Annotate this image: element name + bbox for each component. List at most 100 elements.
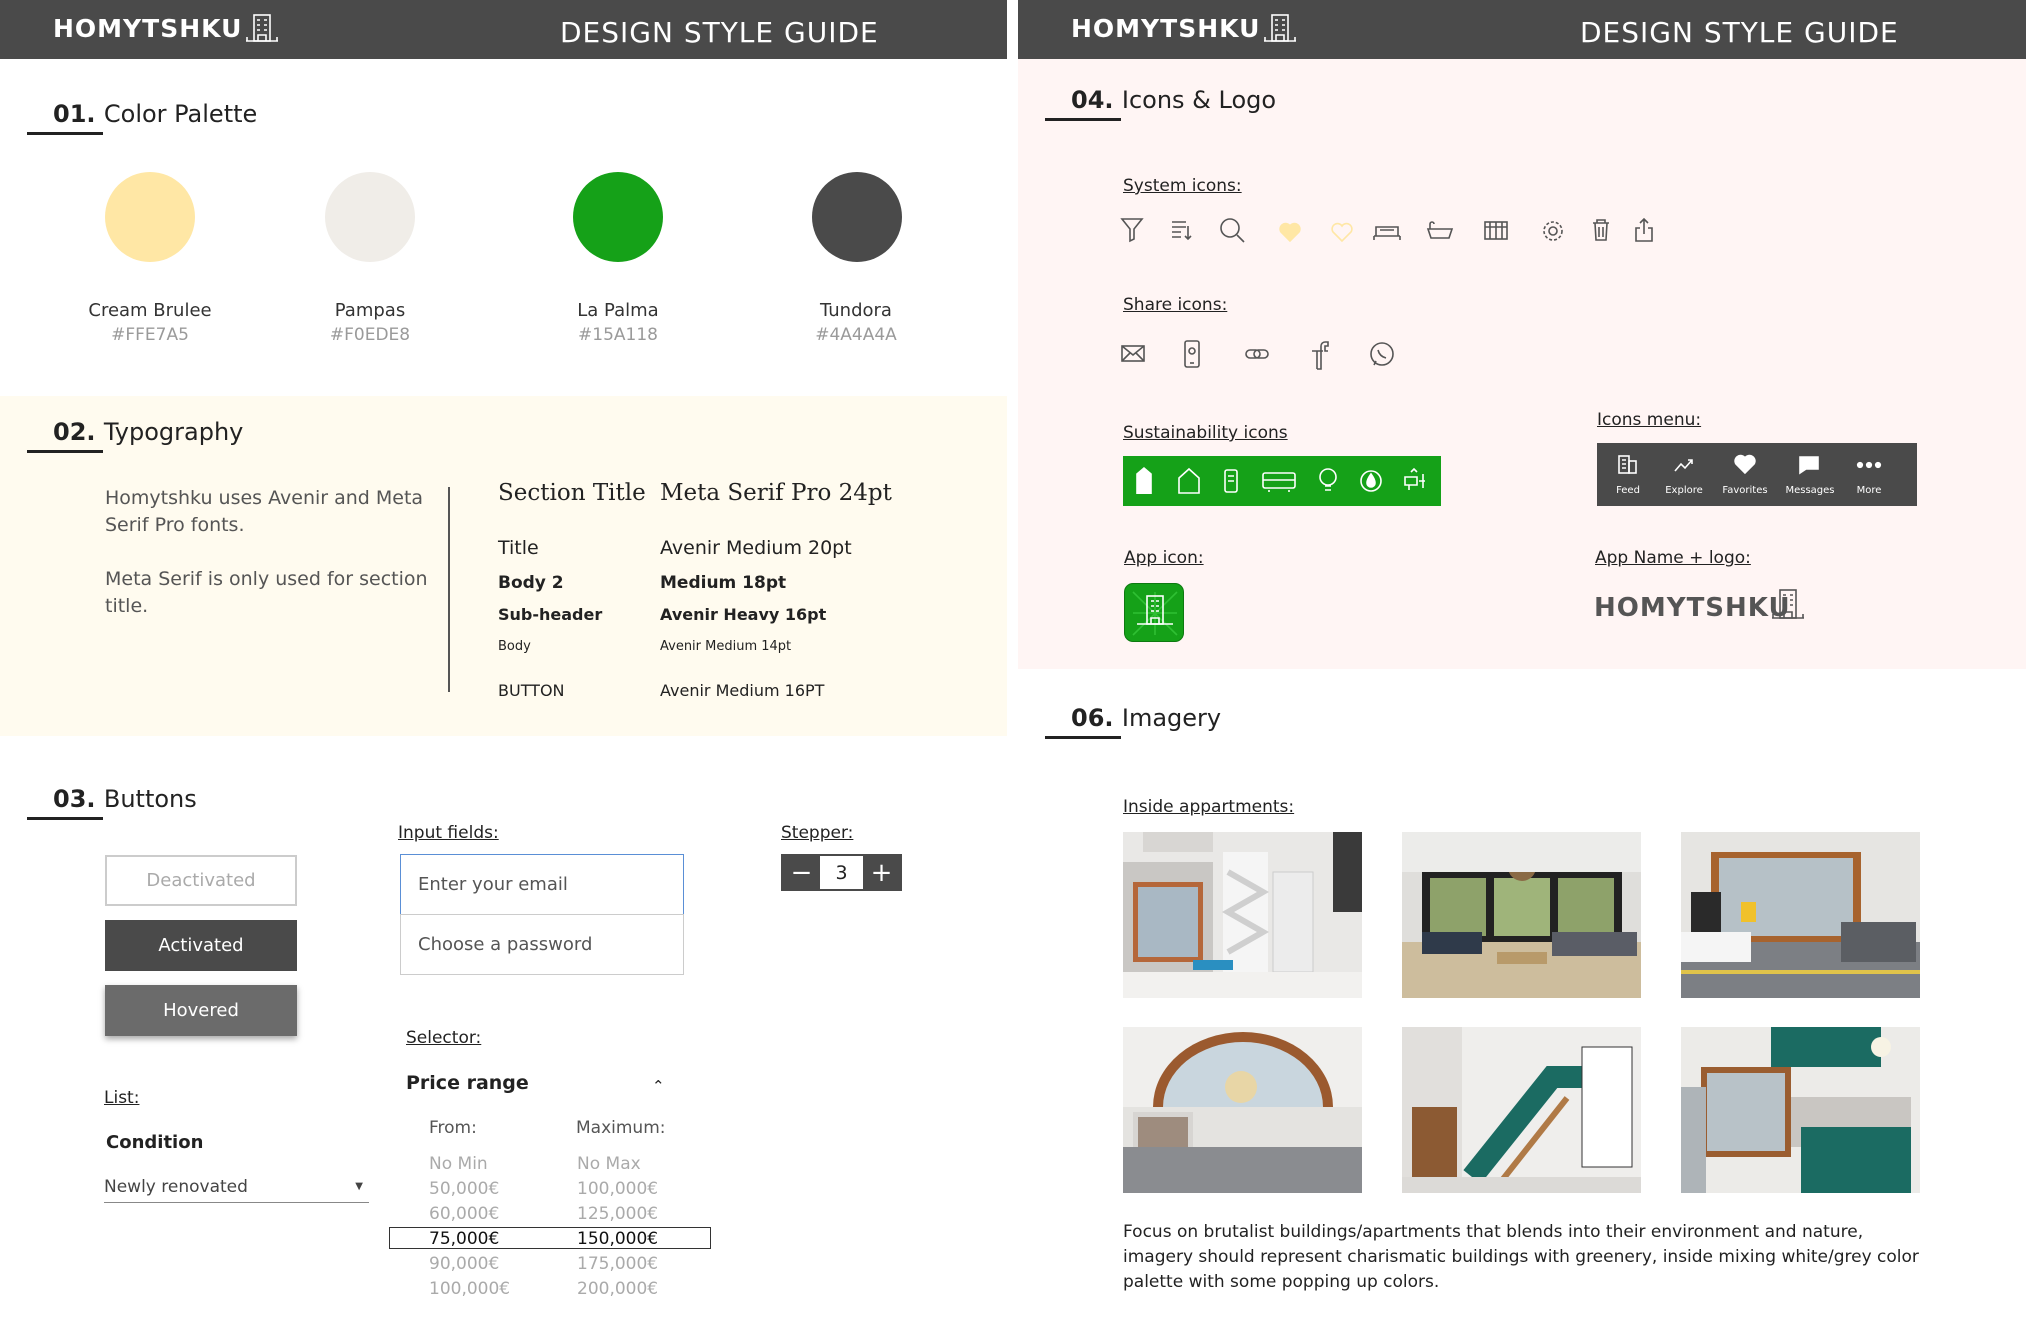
- password-input[interactable]: Choose a password: [400, 914, 684, 975]
- activated-button[interactable]: Activated: [105, 920, 297, 971]
- type-spec-body2: Medium 18pt: [660, 573, 787, 593]
- section-number: 01.: [53, 100, 96, 128]
- menu-item-label[interactable]: Explore: [1649, 485, 1719, 496]
- condition-dropdown[interactable]: Newly renovated ▼: [104, 1177, 369, 1203]
- from-option[interactable]: 75,000€: [429, 1227, 510, 1252]
- from-label: From:: [429, 1118, 477, 1138]
- heart-filled-icon[interactable]: [1279, 222, 1301, 243]
- section-title-imagery: 06. Imagery: [1071, 704, 1221, 732]
- menu-item-label[interactable]: More: [1834, 485, 1904, 496]
- bathtub-icon[interactable]: [1426, 221, 1454, 239]
- hovered-button[interactable]: Hovered: [105, 985, 297, 1036]
- lightbulb-icon[interactable]: [1319, 468, 1337, 491]
- share-icons-label: Share icons:: [1123, 295, 1228, 315]
- recycling-icon[interactable]: [1404, 467, 1425, 490]
- facebook-icon[interactable]: [1312, 341, 1329, 370]
- apartment-photo-1: [1123, 832, 1362, 998]
- swatch-name: Pampas: [334, 300, 406, 321]
- type-spec-section-title: Meta Serif Pro 24pt: [660, 480, 892, 506]
- caret-down-icon: ▼: [355, 1181, 363, 1192]
- max-option[interactable]: No Max: [577, 1152, 658, 1177]
- type-label-title: Title: [498, 537, 539, 559]
- section-underline: [27, 132, 103, 135]
- deactivated-button[interactable]: Deactivated: [105, 855, 297, 906]
- section-title-buttons: 03. Buttons: [53, 785, 197, 813]
- max-option[interactable]: 125,000€: [577, 1202, 658, 1227]
- swatch-name: Tundora: [820, 300, 892, 321]
- heart-outline-icon[interactable]: [1331, 222, 1353, 243]
- header-title: DESIGN STYLE GUIDE: [1580, 16, 1899, 49]
- stepper-label: Stepper:: [781, 823, 854, 843]
- section-number: 02.: [53, 418, 96, 446]
- menu-item-label[interactable]: Favorites: [1710, 485, 1780, 496]
- link-icon[interactable]: [1245, 349, 1269, 359]
- sustainability-icons-label: Sustainability icons: [1123, 423, 1288, 443]
- section-underline: [1045, 118, 1121, 121]
- sort-icon[interactable]: [1172, 221, 1192, 241]
- type-label-body2: Body 2: [498, 573, 564, 593]
- type-label-body: Body: [498, 639, 531, 654]
- feed-icon[interactable]: [1618, 455, 1637, 474]
- explore-icon[interactable]: [1674, 459, 1693, 472]
- from-option[interactable]: 60,000€: [429, 1202, 510, 1227]
- section-underline: [1045, 736, 1121, 739]
- favorites-icon[interactable]: [1734, 454, 1756, 475]
- bed-icon[interactable]: [1373, 226, 1401, 240]
- stepper-minus-button[interactable]: −: [783, 856, 820, 889]
- section-name: Color Palette: [103, 100, 258, 128]
- mail-icon[interactable]: [1121, 345, 1145, 362]
- section-name: Imagery: [1121, 704, 1222, 732]
- eco-house-icon[interactable]: [1136, 466, 1152, 494]
- icons-menu-glyphs: [1618, 454, 1882, 475]
- building-logo-icon: [1772, 589, 1804, 619]
- phone-icon[interactable]: [1184, 340, 1200, 368]
- from-option[interactable]: 50,000€: [429, 1177, 510, 1202]
- chevron-up-icon[interactable]: ⌃: [652, 1077, 665, 1095]
- section-name: Icons & Logo: [1121, 86, 1277, 114]
- from-option[interactable]: 100,000€: [429, 1277, 510, 1302]
- type-spec-button: Avenir Medium 16PT: [660, 681, 825, 700]
- more-icon[interactable]: [1856, 461, 1882, 469]
- max-option[interactable]: 200,000€: [577, 1277, 658, 1302]
- selector-title: Price range: [406, 1072, 529, 1094]
- section-underline: [27, 817, 103, 820]
- from-option[interactable]: 90,000€: [429, 1252, 510, 1277]
- apartment-photo-3: [1681, 832, 1920, 998]
- search-icon[interactable]: [1220, 218, 1245, 243]
- share-icon[interactable]: [1635, 217, 1653, 242]
- section-number: 03.: [53, 785, 96, 813]
- swatch-pampas: [325, 172, 415, 262]
- whatsapp-icon[interactable]: [1370, 342, 1394, 366]
- messages-icon[interactable]: [1799, 456, 1819, 475]
- max-option[interactable]: 175,000€: [577, 1252, 658, 1277]
- type-spec-subheader: Avenir Heavy 16pt: [660, 605, 827, 624]
- email-input[interactable]: Enter your email: [400, 854, 684, 915]
- type-label-button: BUTTON: [498, 681, 565, 700]
- selector-label: Selector:: [406, 1028, 482, 1048]
- right-header: HOMYTSHKU DESIGN STYLE GUIDE: [1018, 0, 2026, 59]
- max-option[interactable]: 100,000€: [577, 1177, 658, 1202]
- swatch-hex: #F0EDE8: [329, 325, 411, 345]
- left-header: HOMYTSHKU DESIGN STYLE GUIDE: [0, 0, 1007, 59]
- section-number: 04.: [1071, 86, 1114, 114]
- section-title-palette: 01. Color Palette: [53, 100, 257, 128]
- type-spec-body: Avenir Medium 14pt: [660, 639, 792, 654]
- swatch-hex: #4A4A4A: [815, 325, 897, 345]
- max-option[interactable]: 150,000€: [577, 1227, 658, 1252]
- from-option[interactable]: No Min: [429, 1152, 510, 1177]
- app-icon[interactable]: [1124, 583, 1184, 642]
- swatch-la-palma: [573, 172, 663, 262]
- settings-icon[interactable]: [1543, 221, 1563, 241]
- apartment-photo-5: [1402, 1027, 1641, 1193]
- trash-icon[interactable]: [1593, 219, 1609, 241]
- stepper-plus-button[interactable]: +: [863, 856, 900, 889]
- bus-icon[interactable]: [1262, 472, 1296, 492]
- building-logo-icon: [246, 14, 278, 42]
- radiator-icon[interactable]: [1484, 221, 1508, 240]
- house-icon[interactable]: [1178, 467, 1200, 494]
- app-name-logo: HOMYTSHKU: [1594, 593, 1791, 623]
- solar-panel-icon[interactable]: [1224, 469, 1238, 493]
- section-name: Buttons: [103, 785, 197, 813]
- filter-icon[interactable]: [1120, 218, 1144, 243]
- water-drop-icon[interactable]: [1360, 470, 1382, 492]
